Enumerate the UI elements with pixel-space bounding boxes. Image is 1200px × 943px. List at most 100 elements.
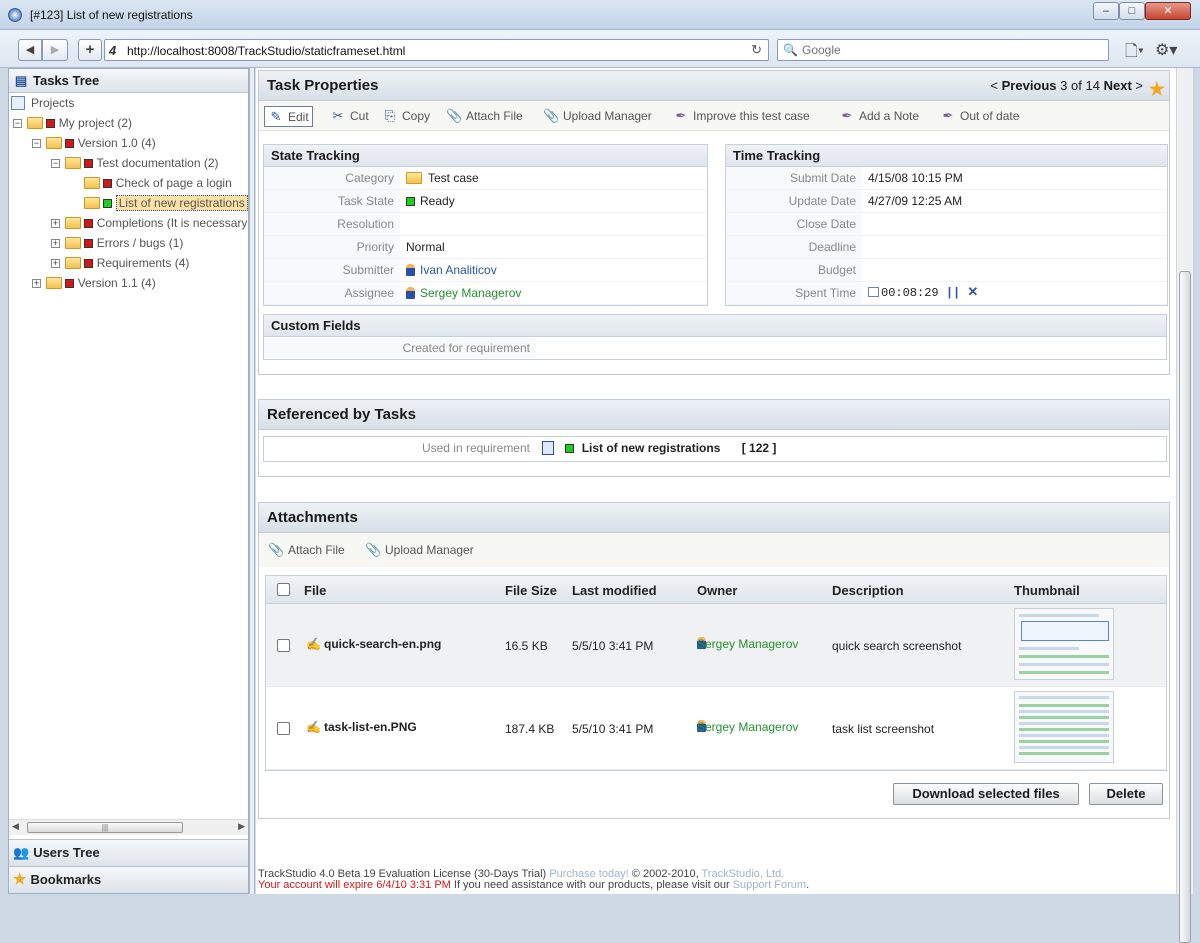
column-owner: Owner: [697, 583, 738, 598]
file-link[interactable]: quick-search-en.png: [324, 637, 441, 651]
scrollbar-thumb[interactable]: [1179, 271, 1191, 943]
tree-node-version-1-1[interactable]: + Version 1.1 (4): [30, 273, 156, 293]
copy-button[interactable]: ⎘ Copy: [379, 106, 433, 127]
referenced-panel: Used in requirement List of new registra…: [263, 436, 1167, 462]
file-link[interactable]: task-list-en.PNG: [324, 720, 417, 734]
collapse-toggle[interactable]: −: [13, 119, 22, 128]
gear-icon[interactable]: ⚙▾: [1155, 40, 1177, 60]
attach-file-button[interactable]: 📎 Attach File: [443, 106, 526, 127]
site-favicon-icon: 4: [109, 43, 117, 58]
state-red-icon: [84, 219, 94, 228]
assignee-link[interactable]: Sergey Managerov: [420, 286, 521, 300]
page-menu-icon[interactable]: 🗋▾: [1125, 40, 1144, 67]
owner-link[interactable]: Sergey Managerov: [697, 720, 798, 734]
collapse-toggle[interactable]: −: [32, 139, 41, 148]
support-forum-link[interactable]: Support Forum: [733, 879, 806, 891]
scroll-right-icon[interactable]: ▶: [238, 821, 245, 832]
thumbnail-image[interactable]: [1014, 608, 1114, 680]
tasks-tree-header[interactable]: ▤ Tasks Tree: [9, 69, 248, 93]
expand-toggle[interactable]: +: [51, 259, 60, 268]
minimize-button[interactable]: –: [1093, 2, 1119, 20]
field-label: Submit Date: [726, 167, 862, 189]
user-icon: [406, 264, 415, 276]
new-tab-button[interactable]: +: [78, 39, 102, 61]
state-red-icon: [65, 279, 75, 288]
pause-icon[interactable]: ||: [946, 286, 960, 300]
folder-icon: [65, 157, 81, 169]
attachments-section: Attachments 📎 Attach File 📎 Upload Manager…: [258, 502, 1170, 819]
column-file-size: File Size: [505, 583, 558, 598]
scroll-left-icon[interactable]: ◀: [12, 821, 19, 832]
improve-test-case-button[interactable]: ✒ Improve this test case: [670, 106, 813, 127]
users-tree-header[interactable]: 👥 Users Tree: [9, 839, 248, 866]
file-edit-icon[interactable]: ✍: [306, 637, 321, 651]
cut-button[interactable]: ✂ Cut: [327, 106, 372, 127]
address-bar[interactable]: 4 http://localhost:8008/TrackStudio/stat…: [104, 39, 769, 61]
previous-link[interactable]: < Previous: [990, 78, 1056, 93]
row-checkbox[interactable]: [277, 722, 290, 735]
tree-horizontal-scrollbar[interactable]: ◀ ||| ▶: [9, 819, 248, 835]
folder-icon: [84, 177, 100, 189]
stop-icon[interactable]: ✕: [967, 285, 978, 300]
pane-splitter[interactable]: [249, 68, 255, 894]
account-expiry-text: Your account will expire 6/4/10 3:31 PM: [258, 879, 451, 891]
attach-file-button[interactable]: 📎 Attach File: [265, 540, 348, 561]
tree-node-label: Test documentation (2): [96, 156, 219, 170]
main-vertical-scrollbar[interactable]: [1176, 68, 1193, 943]
operation-icon: ✒: [841, 108, 853, 123]
forward-button[interactable]: ▶: [42, 39, 68, 61]
delete-button[interactable]: Delete: [1089, 783, 1163, 805]
field-value: 4/15/08 10:15 PM: [868, 171, 963, 185]
tree-node-list-of-new-registrations[interactable]: List of new registrations: [82, 193, 248, 213]
bookmarks-header[interactable]: ★ Bookmarks: [9, 866, 248, 893]
scrollbar-thumb[interactable]: |||: [27, 822, 183, 833]
reload-icon[interactable]: ↻: [751, 42, 762, 58]
collapse-toggle[interactable]: −: [51, 159, 60, 168]
field-value: 4/27/09 12:25 AM: [868, 194, 963, 208]
file-edit-icon[interactable]: ✍: [306, 720, 321, 734]
referenced-task-number: [ 122 ]: [741, 441, 777, 455]
referenced-section: Referenced by Tasks Used in requirement …: [258, 399, 1170, 477]
field-label: Task State: [264, 190, 400, 212]
expand-toggle[interactable]: +: [51, 239, 60, 248]
thumbnail-image[interactable]: [1014, 691, 1114, 763]
window-title: [#123] List of new registrations: [30, 8, 193, 22]
field-label: Category: [264, 167, 400, 189]
tree-node-completions[interactable]: + Completions (It is necessary: [49, 213, 247, 233]
tree-node-requirements[interactable]: + Requirements (4): [49, 253, 189, 273]
bookmark-star-icon[interactable]: ★: [1149, 74, 1165, 104]
tree-node-my-project[interactable]: − My project (2): [11, 113, 132, 133]
timer-icon[interactable]: [868, 287, 879, 297]
tree-node-test-documentation[interactable]: − Test documentation (2): [49, 153, 219, 173]
out-of-date-button[interactable]: ✒ Out of date: [937, 106, 1022, 127]
back-button[interactable]: ◀: [18, 39, 42, 61]
download-selected-button[interactable]: Download selected files: [893, 783, 1079, 805]
submitter-link[interactable]: Ivan Analiticov: [420, 263, 497, 277]
select-all-checkbox[interactable]: [277, 583, 290, 596]
tree-node-version-1-0[interactable]: − Version 1.0 (4): [30, 133, 156, 153]
field-update-date: Update Date 4/27/09 12:25 AM: [726, 190, 1167, 213]
add-note-button[interactable]: ✒ Add a Note: [836, 106, 922, 127]
field-submit-date: Submit Date 4/15/08 10:15 PM: [726, 167, 1167, 190]
task-toolbar: ✎ Edit ✂ Cut ⎘ Copy 📎 Attach File 📎 Upload Ma…: [259, 101, 1169, 131]
tree-node-projects[interactable]: Projects: [11, 93, 74, 113]
expand-toggle[interactable]: +: [51, 219, 60, 228]
search-box[interactable]: 🔍: [777, 39, 1109, 61]
field-category: Category Test case: [264, 167, 707, 190]
upload-manager-button[interactable]: 📎 Upload Manager: [362, 540, 477, 561]
referenced-task-link[interactable]: List of new registrations: [582, 441, 721, 455]
edit-button[interactable]: ✎ Edit: [264, 106, 313, 127]
expand-toggle[interactable]: +: [32, 279, 41, 288]
search-input[interactable]: [802, 42, 1092, 58]
close-window-button[interactable]: ✕: [1145, 2, 1191, 20]
next-link[interactable]: Next >: [1104, 78, 1143, 93]
row-checkbox[interactable]: [277, 639, 290, 652]
tasks-tree-icon: ▤: [14, 73, 28, 88]
table-row: ✍ task-list-en.PNG 187.4 KB 5/5/10 3:41 …: [266, 687, 1166, 770]
maximize-button[interactable]: □: [1119, 2, 1145, 20]
upload-manager-button[interactable]: 📎 Upload Manager: [540, 106, 655, 127]
owner-link[interactable]: Sergey Managerov: [697, 637, 798, 651]
table-row: ✍ quick-search-en.png 16.5 KB 5/5/10 3:4…: [266, 604, 1166, 687]
tree-node-check-of-page-a-login[interactable]: Check of page a login: [84, 173, 232, 193]
tree-node-errors-bugs[interactable]: + Errors / bugs (1): [49, 233, 183, 253]
